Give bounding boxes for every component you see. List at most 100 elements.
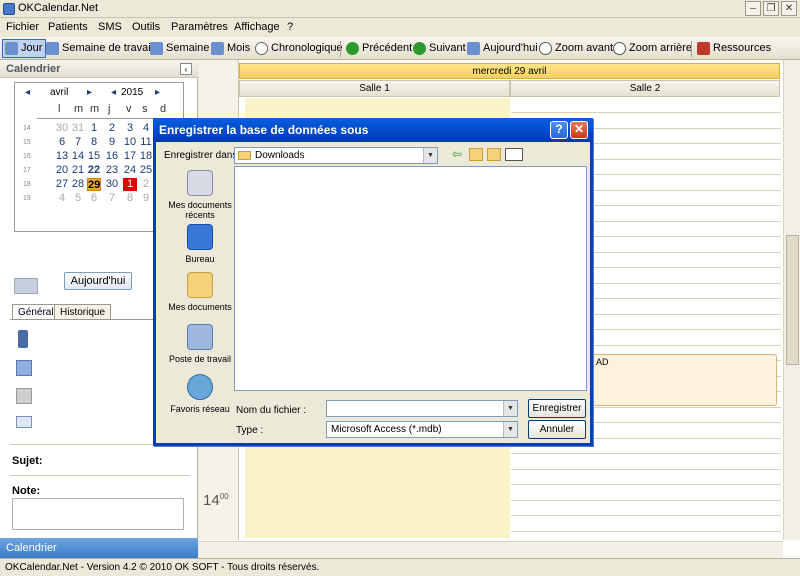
calendar-day[interactable]: 8 [87,136,101,149]
room-header-2[interactable]: Salle 2 [510,80,780,97]
calendar-day[interactable]: 18 [139,150,153,163]
note-field[interactable] [12,498,184,530]
calendar-day[interactable]: 31 [71,122,85,135]
calendar-day[interactable]: 28 [71,178,85,191]
calendar-day[interactable]: 6 [87,192,101,205]
calendar-day[interactable]: 1 [123,178,137,191]
calendar-day[interactable]: 3 [123,122,137,135]
calendar-day[interactable]: 21 [71,164,85,177]
prev-year-icon[interactable]: ◂ [111,87,116,98]
place-network[interactable]: Favoris réseau [160,374,240,414]
panel-footer[interactable]: Calendrier [0,538,198,558]
help-icon[interactable]: ? [550,121,568,139]
calendar-day[interactable]: 24 [123,164,137,177]
calendar-day[interactable]: 29 [87,178,101,191]
calendar-day[interactable]: 10 [123,136,137,149]
file-list[interactable] [234,166,587,391]
place-desktop[interactable]: Bureau [160,224,240,264]
calendar-day[interactable]: 30 [55,122,69,135]
calendar-day[interactable]: 14 [71,150,85,163]
save-button[interactable]: Enregistrer [528,399,586,418]
next-month-icon[interactable]: ▸ [87,87,92,98]
day-header[interactable]: mercredi 29 avril [239,63,780,79]
form-divider [10,475,190,476]
view-week-button[interactable]: Semaine [148,40,209,57]
prev-month-icon[interactable]: ◂ [25,87,30,98]
view-menu-icon[interactable] [505,148,523,161]
calendar-day[interactable]: 7 [105,192,119,205]
new-folder-icon[interactable] [487,148,501,161]
tab-historique[interactable]: Historique [54,304,112,320]
calendar-day[interactable]: 25 [139,164,153,177]
menu-fichier[interactable]: Fichier [6,21,39,33]
menu-help[interactable]: ? [287,21,293,33]
view-workweek-button[interactable]: Semaine de travail [44,40,153,57]
next-button[interactable]: Suivant [411,40,466,57]
zoom-in-button[interactable]: Zoom avant [537,40,613,57]
menu-outils[interactable]: Outils [132,21,160,33]
calendar-day[interactable]: 22 [87,164,101,177]
cancel-button[interactable]: Annuler [528,420,586,439]
year-label[interactable]: 2015 [121,87,143,98]
chevron-down-icon[interactable]: ▼ [503,422,517,437]
calendar-day[interactable]: 9 [105,136,119,149]
place-recent[interactable]: Mes documents récents [160,170,240,220]
view-workweek-label: Semaine de travail [62,42,154,54]
today-button[interactable]: Aujourd'hui [64,272,132,290]
calendar-day[interactable]: 9 [139,192,153,205]
calendar-day[interactable]: 1 [87,122,101,135]
phone-keypad-icon [16,360,32,376]
menu-parametres[interactable]: Paramètres [171,21,228,33]
view-day-button[interactable]: Jour [2,39,47,58]
chevron-down-icon[interactable]: ▼ [423,148,437,163]
horizontal-scrollbar[interactable] [199,541,783,558]
calendar-day[interactable]: 8 [123,192,137,205]
calendar-day[interactable]: 13 [55,150,69,163]
close-icon[interactable]: ✕ [570,121,588,139]
calendar-day[interactable]: 11 [139,136,153,149]
next-year-icon[interactable]: ▸ [155,87,160,98]
calendar-day[interactable]: 7 [71,136,85,149]
minimize-icon[interactable]: – [745,1,761,16]
today-toolbar-button[interactable]: Aujourd'hui [465,40,538,57]
close-icon[interactable]: ✕ [781,1,797,16]
calendar-day[interactable]: 17 [123,150,137,163]
calendar-day[interactable]: 27 [55,178,69,191]
up-folder-icon[interactable] [469,148,483,161]
menu-patients[interactable]: Patients [48,21,88,33]
calendar-day[interactable]: 6 [55,136,69,149]
menu-sms[interactable]: SMS [98,21,122,33]
filename-field[interactable]: ▼ [326,400,518,417]
view-chrono-button[interactable]: Chronologique [253,40,343,57]
resources-button[interactable]: Ressources [695,40,771,57]
previous-button[interactable]: Précédent [344,40,412,57]
month-label[interactable]: avril [50,87,68,98]
appointment[interactable]: AD [591,354,777,406]
chevron-down-icon[interactable]: ▼ [503,401,517,416]
room-header-1[interactable]: Salle 1 [239,80,510,97]
calendar-day[interactable]: 15 [87,150,101,163]
collapse-panel-icon[interactable]: ‹ [180,63,192,75]
zoom-out-button[interactable]: Zoom arrière [611,40,692,57]
calendar-day[interactable]: 4 [55,192,69,205]
restore-icon[interactable]: ❐ [763,1,779,16]
tab-general[interactable]: Général [12,304,60,320]
place-documents[interactable]: Mes documents [160,272,240,312]
save-in-value: Downloads [255,150,305,161]
calendar-day[interactable]: 5 [71,192,85,205]
save-in-combo[interactable]: Downloads ▼ [234,147,438,164]
menu-affichage[interactable]: Affichage [234,21,280,33]
calendar-day[interactable]: 20 [55,164,69,177]
calendar-day[interactable]: 2 [139,178,153,191]
scroll-thumb[interactable] [786,235,799,365]
calendar-day[interactable]: 4 [139,122,153,135]
calendar-day[interactable]: 2 [105,122,119,135]
place-computer[interactable]: Poste de travail [160,324,240,364]
vertical-scrollbar[interactable] [783,60,800,540]
calendar-day[interactable]: 16 [105,150,119,163]
calendar-day[interactable]: 30 [105,178,119,191]
back-icon[interactable]: ⇦ [452,148,466,161]
calendar-day[interactable]: 23 [105,164,119,177]
type-select[interactable]: Microsoft Access (*.mdb) ▼ [326,421,518,438]
view-month-button[interactable]: Mois [209,40,250,57]
